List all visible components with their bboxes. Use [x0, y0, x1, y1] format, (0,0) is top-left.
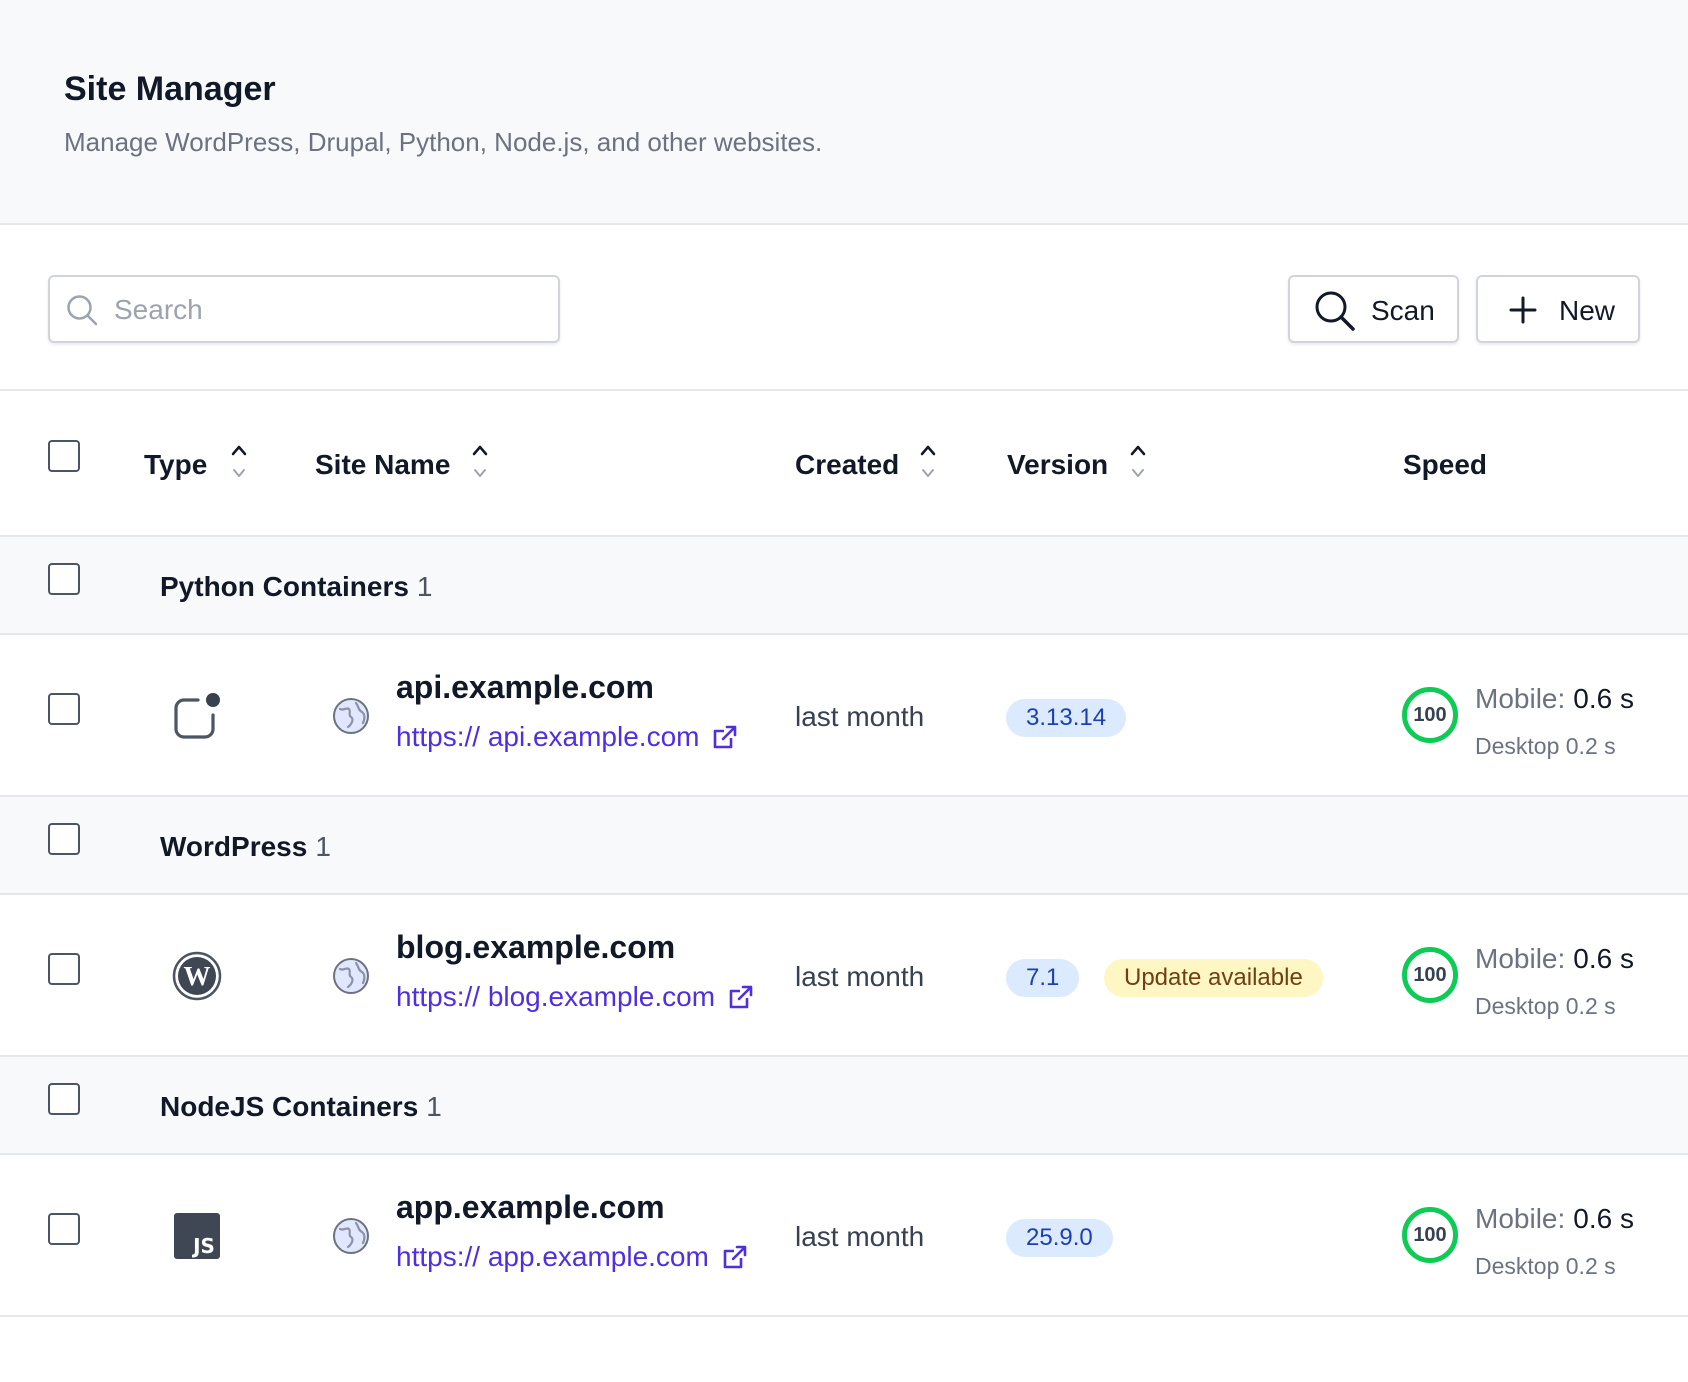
speed-score-badge: 100: [1402, 687, 1458, 743]
group-count: 1: [315, 831, 331, 862]
sort-icon[interactable]: [919, 441, 937, 483]
row-checkbox[interactable]: [48, 693, 80, 725]
search-box[interactable]: [48, 275, 560, 343]
scan-button-label: Scan: [1371, 295, 1435, 326]
mobile-value: 0.6 s: [1573, 1203, 1634, 1234]
column-header-created[interactable]: Created: [795, 449, 899, 481]
site-name[interactable]: app.example.com: [396, 1189, 665, 1226]
page-subtitle: Manage WordPress, Drupal, Python, Node.j…: [64, 127, 823, 157]
svg-text:JS: JS: [191, 1234, 215, 1258]
column-header-speed: Speed: [1403, 449, 1488, 480]
created-date: last month: [795, 701, 925, 732]
created-date: last month: [795, 961, 925, 992]
row-checkbox[interactable]: [48, 1213, 80, 1245]
mobile-speed: Mobile: 0.6 s: [1475, 1203, 1634, 1235]
mobile-speed: Mobile: 0.6 s: [1475, 943, 1634, 975]
sort-icon[interactable]: [230, 441, 248, 483]
site-url-text: https:// blog.example.com: [396, 981, 716, 1012]
version-badge: 25.9.0: [1006, 1219, 1113, 1257]
update-available-badge[interactable]: Update available: [1104, 959, 1323, 997]
nodejs-icon: JS: [174, 1213, 220, 1259]
mobile-speed: Mobile: 0.6 s: [1475, 683, 1634, 715]
group-count: 1: [416, 571, 433, 602]
row-checkbox[interactable]: [48, 953, 80, 985]
group-checkbox[interactable]: [48, 1083, 80, 1115]
group-name: NodeJS Containers: [160, 1091, 419, 1122]
group-checkbox[interactable]: [48, 563, 80, 595]
site-name[interactable]: api.example.com: [396, 669, 654, 706]
site-url-text: https:// api.example.com: [396, 721, 700, 752]
external-link-icon: [729, 985, 753, 1009]
site-name[interactable]: blog.example.com: [396, 929, 675, 966]
external-link-icon: [723, 1245, 747, 1269]
page-header: Site Manager Manage WordPress, Drupal, P…: [0, 0, 1688, 225]
site-url-link[interactable]: https:// api.example.com: [396, 721, 739, 753]
table-header: Type Site Name Created Version Speed: [0, 391, 1688, 537]
column-header-site-name[interactable]: Site Name: [315, 449, 450, 481]
plus-icon: [1509, 296, 1537, 324]
select-all-checkbox[interactable]: [48, 440, 80, 472]
table-row: W blog.example.com https:// blog.example…: [0, 895, 1688, 1057]
mobile-value: 0.6 s: [1573, 943, 1634, 974]
speed-score-badge: 100: [1402, 1207, 1458, 1263]
desktop-speed: Desktop 0.2 s: [1475, 993, 1616, 1019]
column-header-type[interactable]: Type: [144, 449, 207, 481]
globe-icon: [333, 698, 369, 734]
globe-icon: [333, 1218, 369, 1254]
speed-score-badge: 100: [1402, 947, 1458, 1003]
group-label: Python Containers 1: [160, 571, 433, 603]
scan-button[interactable]: Scan: [1288, 275, 1459, 343]
search-icon: [1315, 291, 1355, 331]
mobile-label: Mobile:: [1475, 943, 1566, 974]
table-row: api.example.com https:// api.example.com…: [0, 635, 1688, 797]
page-title: Site Manager: [64, 70, 276, 108]
desktop-speed: Desktop 0.2 s: [1475, 1253, 1616, 1279]
site-url-link[interactable]: https:// blog.example.com: [396, 981, 755, 1013]
group-checkbox[interactable]: [48, 823, 80, 855]
version-badge: 3.13.14: [1006, 699, 1127, 737]
search-input[interactable]: [114, 289, 544, 331]
desktop-speed: Desktop 0.2 s: [1475, 733, 1616, 759]
python-container-icon: [174, 693, 220, 739]
toolbar: Scan New: [0, 225, 1688, 391]
search-icon: [67, 295, 98, 326]
group-row-nodejs-containers: NodeJS Containers 1: [0, 1057, 1688, 1155]
svg-text:W: W: [184, 961, 211, 991]
table-row: JS app.example.com https:// app.example.…: [0, 1155, 1688, 1317]
site-url-text: https:// app.example.com: [396, 1241, 709, 1272]
sort-icon[interactable]: [1129, 441, 1147, 483]
group-count: 1: [426, 1091, 442, 1122]
new-button[interactable]: New: [1476, 275, 1640, 343]
group-label: NodeJS Containers 1: [160, 1091, 442, 1123]
site-url-link[interactable]: https:// app.example.com: [396, 1241, 749, 1273]
group-name: WordPress: [160, 831, 308, 862]
wordpress-icon: W: [172, 951, 222, 1001]
group-row-python-containers: Python Containers 1: [0, 537, 1688, 635]
version-badge: 7.1: [1006, 959, 1080, 997]
column-header-version[interactable]: Version: [1007, 449, 1108, 481]
new-button-label: New: [1559, 295, 1616, 326]
mobile-label: Mobile:: [1475, 1203, 1566, 1234]
external-link-icon: [714, 725, 737, 749]
globe-icon: [333, 958, 369, 994]
mobile-value: 0.6 s: [1573, 683, 1634, 714]
group-label: WordPress 1: [160, 831, 331, 863]
sort-icon[interactable]: [471, 441, 489, 483]
mobile-label: Mobile:: [1475, 683, 1566, 714]
group-name: Python Containers: [160, 571, 409, 602]
group-row-wordpress: WordPress 1: [0, 797, 1688, 895]
created-date: last month: [795, 1221, 925, 1252]
